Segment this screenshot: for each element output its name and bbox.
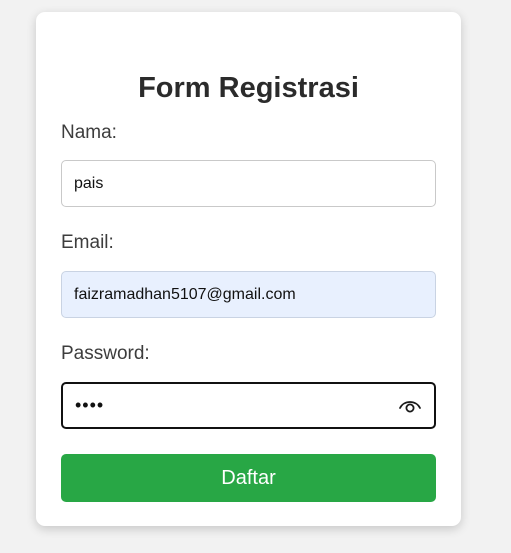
password-input[interactable]	[61, 382, 436, 429]
password-label: Password:	[61, 343, 150, 364]
email-label: Email:	[61, 232, 114, 253]
name-input[interactable]	[61, 160, 436, 207]
form-title: Form Registrasi	[138, 72, 359, 104]
page: Form Registrasi Nama: Email: Password: D…	[0, 0, 511, 553]
password-field-wrapper	[61, 382, 436, 429]
registration-card: Form Registrasi Nama: Email: Password: D…	[36, 12, 461, 526]
name-label: Nama:	[61, 122, 117, 143]
eye-icon[interactable]	[398, 395, 422, 417]
email-input[interactable]	[61, 271, 436, 318]
submit-button[interactable]: Daftar	[61, 454, 436, 502]
